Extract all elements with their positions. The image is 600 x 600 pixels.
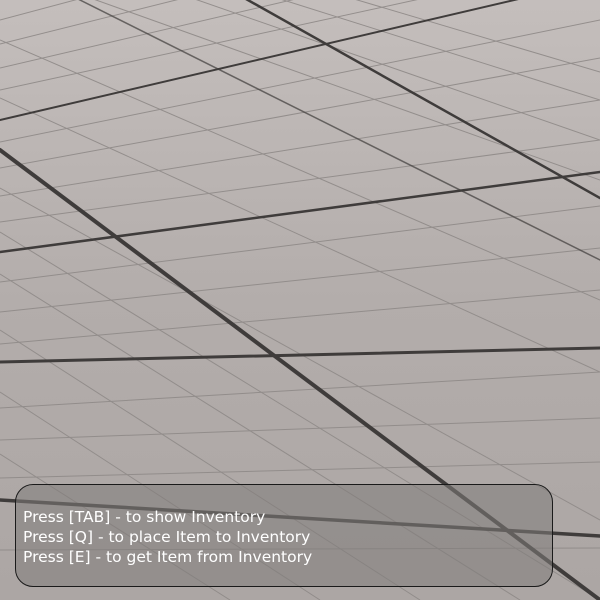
hint-place-item: Press [Q] - to place Item to Inventory <box>23 528 311 546</box>
hint-show-inventory: Press [TAB] - to show Inventory <box>23 508 266 526</box>
game-viewport[interactable]: Press [TAB] - to show Inventory Press [Q… <box>0 0 600 600</box>
hint-get-item: Press [E] - to get Item from Inventory <box>23 548 313 566</box>
controls-hint-panel: Press [TAB] - to show Inventory Press [Q… <box>15 484 553 587</box>
